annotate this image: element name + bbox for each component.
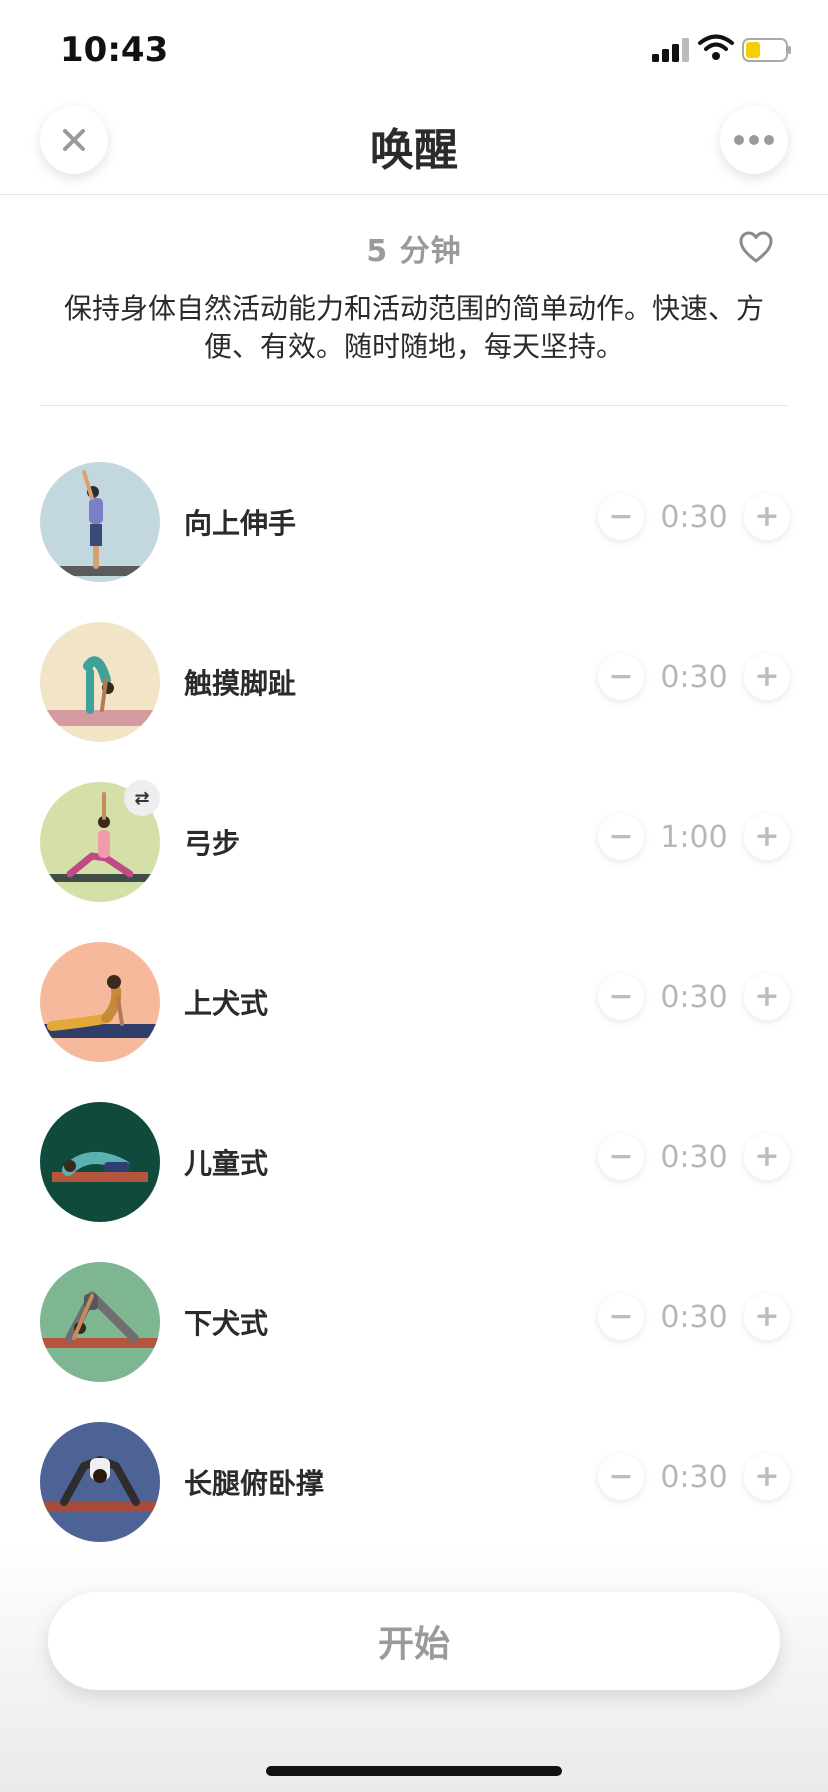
home-indicator bbox=[266, 1766, 562, 1776]
decrease-time-button[interactable]: − bbox=[598, 814, 644, 860]
exercise-time: 0:30 bbox=[660, 500, 728, 535]
heart-outline-icon[interactable] bbox=[738, 230, 774, 264]
battery-icon bbox=[742, 38, 791, 62]
nav-header: 唤醒 bbox=[0, 96, 828, 195]
decrease-time-button[interactable]: − bbox=[598, 1454, 644, 1500]
start-button[interactable]: 开始 bbox=[48, 1592, 780, 1690]
exercise-row[interactable]: 儿童式 − 0:30 + bbox=[0, 1102, 828, 1222]
exercise-time: 0:30 bbox=[660, 1300, 728, 1335]
exercise-row[interactable]: 触摸脚趾 − 0:30 + bbox=[0, 622, 828, 742]
increase-time-button[interactable]: + bbox=[744, 1134, 790, 1180]
decrease-time-button[interactable]: − bbox=[598, 1294, 644, 1340]
exercise-name: 向上伸手 bbox=[184, 507, 297, 540]
status-time: 10:43 bbox=[60, 30, 169, 70]
increase-time-button[interactable]: + bbox=[744, 814, 790, 860]
exercise-thumbnail bbox=[40, 462, 160, 582]
signal-icon bbox=[652, 38, 689, 62]
exercise-row[interactable]: ⇄ 弓步 − 1:00 + bbox=[0, 780, 828, 902]
decrease-time-button[interactable]: − bbox=[598, 974, 644, 1020]
exercise-thumbnail bbox=[40, 942, 160, 1062]
increase-time-button[interactable]: + bbox=[744, 974, 790, 1020]
exercise-time: 0:30 bbox=[660, 1460, 728, 1495]
switch-sides-icon: ⇄ bbox=[124, 780, 160, 816]
decrease-time-button[interactable]: − bbox=[598, 1134, 644, 1180]
exercise-time: 0:30 bbox=[660, 1140, 728, 1175]
exercise-row[interactable]: 长腿俯卧撑 − 0:30 + bbox=[0, 1422, 828, 1542]
page-title: 唤醒 bbox=[370, 125, 458, 176]
increase-time-button[interactable]: + bbox=[744, 654, 790, 700]
workout-duration: 5 分钟 bbox=[366, 234, 462, 269]
exercise-thumbnail bbox=[40, 622, 160, 742]
increase-time-button[interactable]: + bbox=[744, 494, 790, 540]
exercise-time: 0:30 bbox=[660, 660, 728, 695]
increase-time-button[interactable]: + bbox=[744, 1294, 790, 1340]
exercise-name: 长腿俯卧撑 bbox=[184, 1467, 325, 1500]
more-button[interactable] bbox=[720, 106, 788, 174]
workout-description: 保持身体自然活动能力和活动范围的简单动作。快速、方便、有效。随时随地，每天坚持。 bbox=[63, 292, 764, 363]
exercise-thumbnail bbox=[40, 1422, 160, 1542]
status-bar: 10:43 bbox=[0, 0, 828, 96]
exercise-time: 0:30 bbox=[660, 980, 728, 1015]
exercise-row[interactable]: 下犬式 − 0:30 + bbox=[0, 1262, 828, 1382]
more-icon bbox=[734, 135, 774, 145]
divider bbox=[40, 405, 788, 406]
exercise-name: 上犬式 bbox=[184, 987, 269, 1020]
decrease-time-button[interactable]: − bbox=[598, 494, 644, 540]
exercise-thumbnail bbox=[40, 1262, 160, 1382]
exercise-row[interactable]: 向上伸手 − 0:30 + bbox=[0, 462, 828, 582]
exercise-row[interactable]: 上犬式 − 0:30 + bbox=[0, 942, 828, 1062]
exercise-name: 触摸脚趾 bbox=[184, 667, 297, 700]
exercise-name: 下犬式 bbox=[184, 1307, 269, 1340]
exercise-time: 1:00 bbox=[660, 820, 728, 855]
exercise-thumbnail bbox=[40, 1102, 160, 1222]
exercise-name: 儿童式 bbox=[184, 1147, 269, 1180]
decrease-time-button[interactable]: − bbox=[598, 654, 644, 700]
wifi-icon bbox=[698, 34, 734, 60]
exercise-name: 弓步 bbox=[184, 827, 241, 860]
increase-time-button[interactable]: + bbox=[744, 1454, 790, 1500]
